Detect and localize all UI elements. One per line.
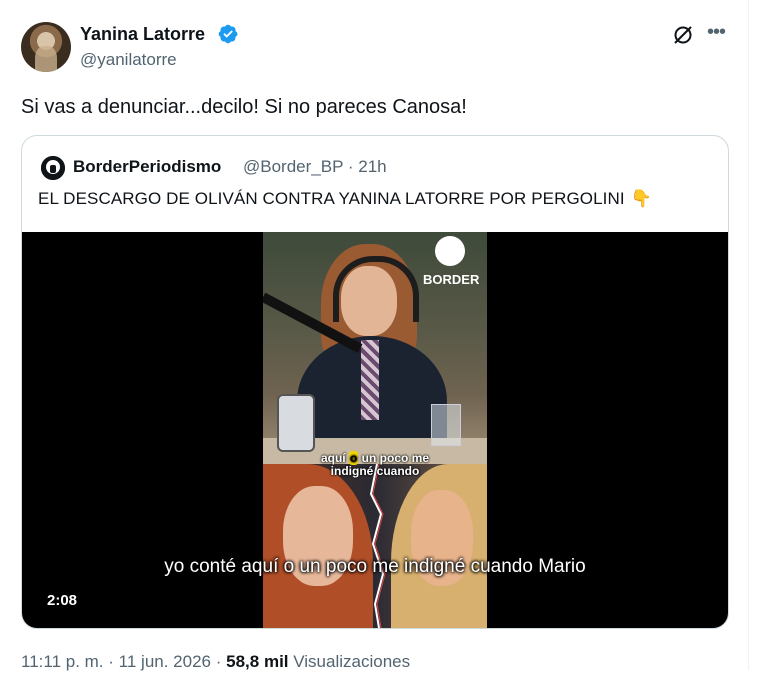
border-logo-text: BORDER: [423, 272, 480, 287]
verified-badge-icon: [218, 24, 238, 44]
meta-separator: ·: [347, 157, 354, 176]
quoted-author-avatar[interactable]: [41, 156, 65, 180]
quoted-timestamp: 21h: [358, 157, 387, 176]
more-options-icon[interactable]: •••: [703, 22, 729, 48]
quoted-author-name[interactable]: BorderPeriodismo: [73, 156, 221, 178]
quoted-author-handle: @Border_BP: [243, 157, 344, 176]
inner-caption-line2: indigné cuando: [330, 464, 420, 478]
pointing-down-icon: 👇: [630, 189, 652, 208]
video-inner-caption: aquí o un poco me indigné cuando: [263, 451, 487, 478]
sheep-logo-icon: [41, 156, 65, 180]
quoted-text-body: EL DESCARGO DE OLIVÁN CONTRA YANINA LATO…: [38, 189, 625, 208]
quoted-tweet-card[interactable]: BorderPeriodismo @Border_BP · 21h EL DES…: [21, 135, 729, 629]
tweet-text: Si vas a denunciar...decilo! Si no parec…: [21, 96, 467, 118]
video-duration-badge: 2:08: [41, 590, 84, 611]
tweet-time[interactable]: 11:11 p. m.: [21, 652, 104, 671]
meta-dot: ·: [108, 652, 114, 671]
video-player[interactable]: BORDER aquí o un poco me indigné cuando …: [22, 232, 728, 628]
lightning-divider: [369, 464, 386, 628]
inner-caption-word: aquí: [320, 451, 346, 465]
views-count: 58,8 mil: [226, 652, 289, 671]
author-display-name[interactable]: Yanina Latorre: [80, 23, 205, 45]
meta-dot: ·: [215, 652, 222, 671]
inner-caption-highlight: o: [348, 451, 359, 465]
tweet-date[interactable]: 11 jun. 2026: [119, 652, 211, 671]
quoted-tweet-text: EL DESCARGO DE OLIVÁN CONTRA YANINA LATO…: [38, 188, 652, 210]
quoted-author-meta[interactable]: @Border_BP · 21h: [243, 156, 387, 178]
author-avatar[interactable]: [21, 22, 71, 72]
video-subtitle: yo conté aquí o un poco me indigné cuand…: [164, 556, 586, 577]
views-label: Visualizaciones: [293, 652, 411, 671]
split-faces-scene: [263, 464, 487, 628]
right-column-divider: [748, 0, 749, 670]
border-logo: BORDER: [423, 236, 480, 292]
author-handle[interactable]: @yanilatorre: [80, 49, 177, 71]
inner-caption-rest: un poco me: [361, 451, 430, 465]
grok-icon[interactable]: [671, 23, 695, 47]
interview-scene: BORDER: [263, 232, 487, 466]
